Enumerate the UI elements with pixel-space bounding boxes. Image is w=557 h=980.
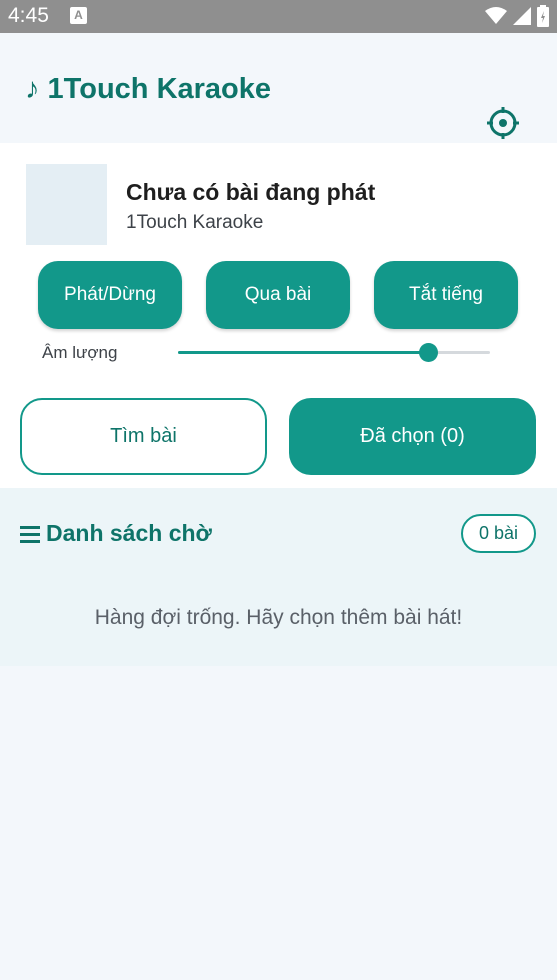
- status-time: 4:45: [8, 4, 49, 27]
- volume-slider[interactable]: [178, 343, 490, 362]
- search-song-button[interactable]: Tìm bài: [20, 398, 267, 475]
- wifi-icon: [485, 7, 507, 24]
- volume-thumb[interactable]: [418, 343, 438, 362]
- now-playing-title: Chưa có bài đang phát: [126, 179, 376, 205]
- queue-count-badge: 0 bài: [461, 514, 536, 553]
- queue-header: Danh sách chờ: [20, 520, 212, 547]
- play-pause-button[interactable]: Phát/Dừng: [38, 261, 182, 329]
- skip-button[interactable]: Qua bài: [206, 261, 350, 329]
- app-title: ♪ 1Touch Karaoke: [25, 73, 272, 105]
- menu-icon: [20, 525, 40, 543]
- queue-title: Danh sách chờ: [46, 520, 212, 546]
- album-art: [26, 164, 107, 245]
- queue-section: Danh sách chờ 0 bài Hàng đợi trống. Hãy …: [0, 488, 557, 666]
- system-icons: [485, 5, 549, 27]
- volume-label: Âm lượng: [42, 343, 118, 362]
- battery-icon: [537, 5, 549, 27]
- app-bar: ♪ 1Touch Karaoke: [0, 33, 557, 143]
- notification-icon: A: [70, 7, 87, 24]
- status-bar: 4:45 A: [0, 0, 557, 33]
- gear-icon[interactable]: [487, 107, 519, 139]
- queue-empty-message: Hàng đợi trống. Hãy chọn thêm bài hát!: [94, 606, 463, 629]
- now-playing-card: Chưa có bài đang phát 1Touch Karaoke Phá…: [0, 143, 557, 488]
- selected-songs-button[interactable]: Đã chọn (0): [289, 398, 536, 475]
- now-playing-subtitle: 1Touch Karaoke: [126, 212, 264, 233]
- mute-button[interactable]: Tắt tiếng: [374, 261, 518, 329]
- signal-icon: [513, 7, 531, 25]
- volume-fill: [178, 351, 428, 354]
